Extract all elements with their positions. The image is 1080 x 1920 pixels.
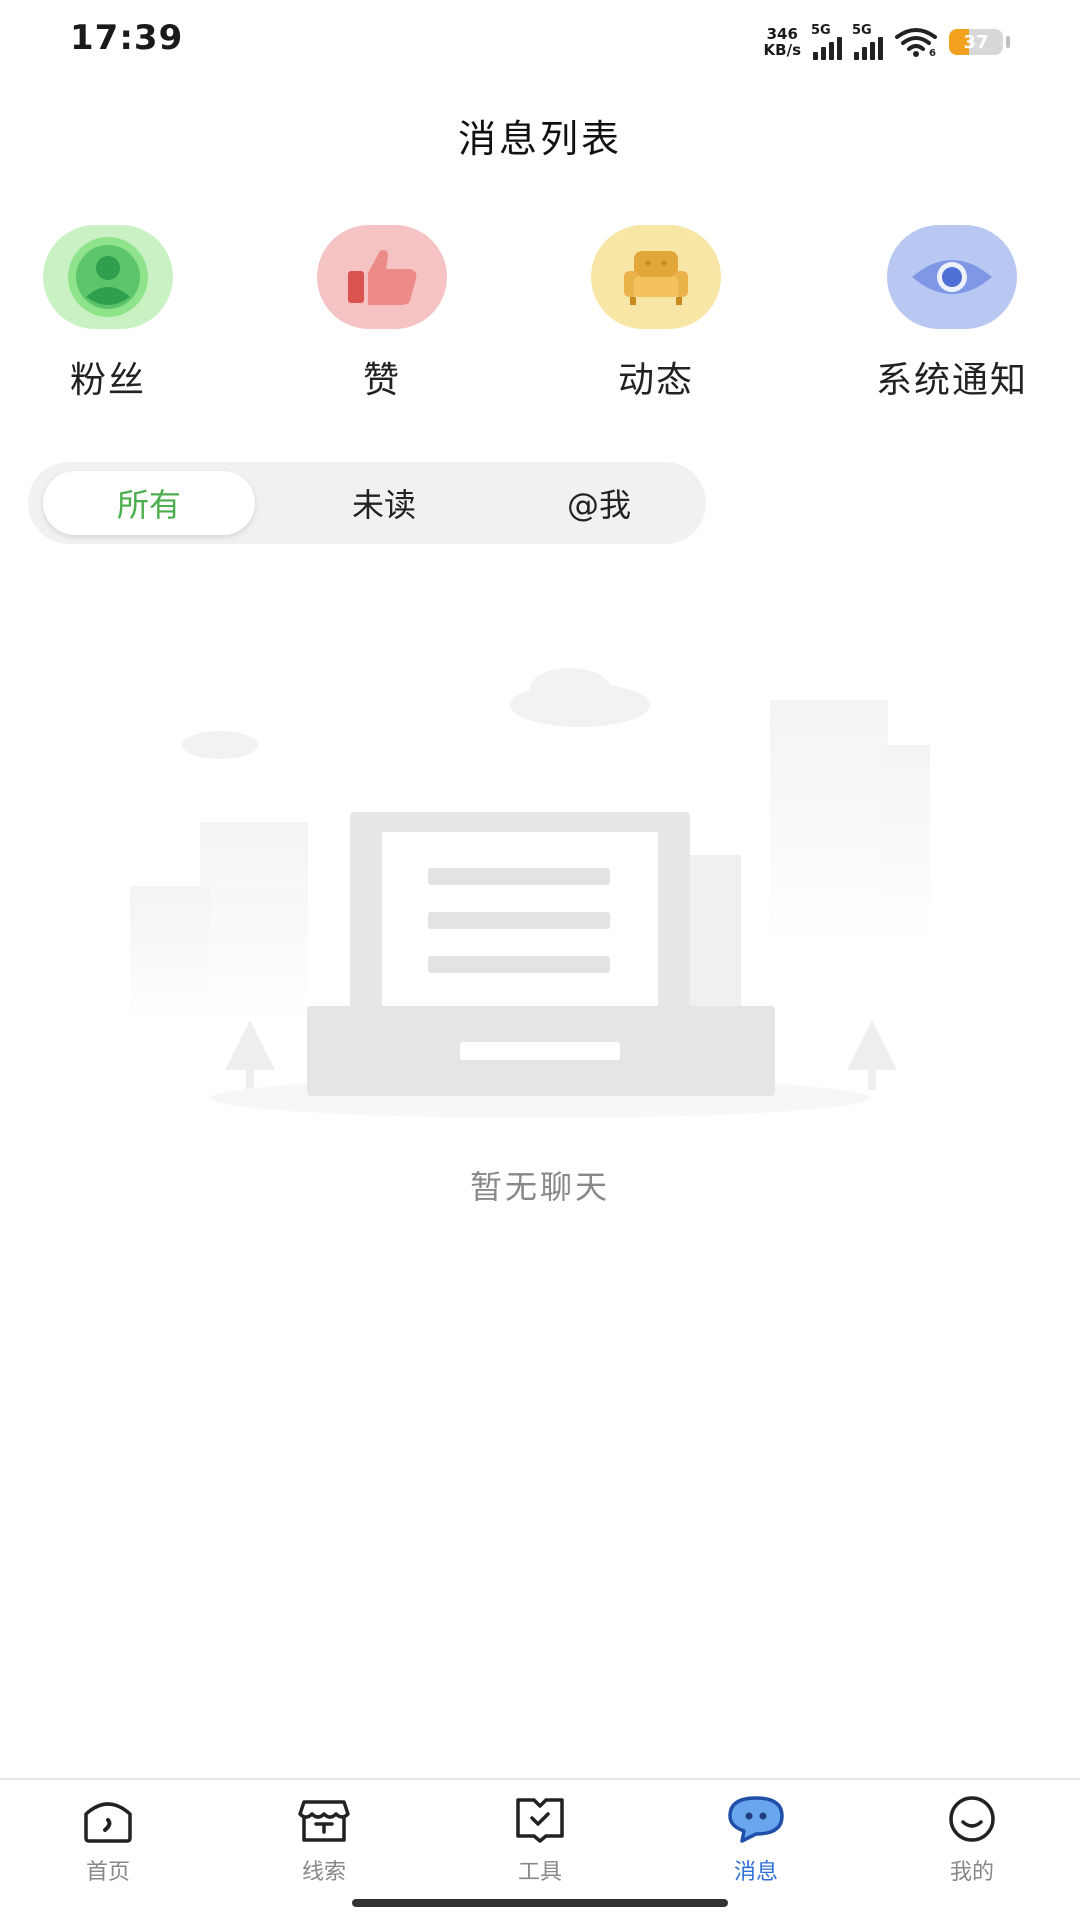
- message-filter-tabs: 所有 未读 @我: [28, 462, 706, 544]
- nav-messages-label: 消息: [733, 1860, 778, 1885]
- thumbs-up-icon: [317, 225, 447, 329]
- home-icon: [84, 1802, 132, 1843]
- empty-chat-illustration: [130, 668, 930, 1118]
- status-bar: 17:39 346 KB/s 5G 5G 6 37: [0, 0, 1080, 90]
- category-system-notice[interactable]: 系统通知: [852, 225, 1052, 403]
- message-list-screen: 17:39 346 KB/s 5G 5G 6 37 消息列表 粉丝 赞 动态 系…: [0, 0, 1080, 1920]
- sofa-icon: [591, 225, 721, 329]
- eye-icon: [887, 225, 1017, 329]
- nav-messages[interactable]: 消息: [648, 1794, 864, 1886]
- category-dynamics-label: 动态: [617, 360, 694, 401]
- category-shortcuts: 粉丝 赞 动态 系统通知: [0, 225, 1080, 405]
- battery-level: 37: [963, 31, 989, 53]
- status-icons: 346 KB/s 5G 5G 6 37: [764, 22, 1010, 62]
- wifi-icon: 6: [895, 28, 937, 57]
- battery-icon: 37: [949, 29, 1003, 55]
- nav-tools-label: 工具: [517, 1860, 562, 1885]
- network-speed: 346 KB/s: [764, 26, 801, 58]
- category-likes-label: 赞: [362, 360, 401, 401]
- status-time: 17:39: [70, 18, 184, 58]
- network-speed-unit: KB/s: [763, 41, 801, 59]
- nav-leads-label: 线索: [301, 1860, 346, 1885]
- fans-icon: [43, 225, 173, 329]
- category-likes[interactable]: 赞: [282, 225, 482, 403]
- network-speed-value: 346: [766, 25, 798, 43]
- tab-all[interactable]: 所有: [43, 471, 255, 535]
- category-fans-label: 粉丝: [69, 360, 146, 401]
- nav-home-label: 首页: [85, 1860, 130, 1885]
- page-title: 消息列表: [457, 117, 622, 161]
- store-icon: [298, 1800, 350, 1842]
- battery-tip: [1006, 36, 1010, 48]
- signal-icon-sim2: 5G: [852, 22, 883, 60]
- empty-state-text: 暂无聊天: [469, 1168, 610, 1206]
- nav-leads[interactable]: 线索: [216, 1794, 432, 1886]
- category-dynamics[interactable]: 动态: [556, 225, 756, 403]
- nav-home[interactable]: 首页: [0, 1794, 216, 1886]
- home-indicator[interactable]: [352, 1899, 728, 1907]
- tab-mentions[interactable]: @我: [493, 471, 705, 535]
- svg-text:6: 6: [929, 48, 936, 57]
- chat-bubble-icon: [728, 1796, 784, 1843]
- category-system-notice-label: 系统通知: [875, 360, 1028, 401]
- tab-unread[interactable]: 未读: [278, 471, 490, 535]
- smiley-icon: [949, 1796, 995, 1842]
- sim2-network-tag: 5G: [852, 22, 872, 38]
- signal-icon-sim1: 5G: [811, 22, 842, 60]
- nav-tools[interactable]: 工具: [432, 1794, 648, 1886]
- category-fans[interactable]: 粉丝: [8, 225, 208, 403]
- toolbox-icon: [516, 1798, 564, 1843]
- sim1-network-tag: 5G: [811, 22, 831, 38]
- nav-profile-label: 我的: [949, 1860, 994, 1885]
- nav-profile[interactable]: 我的: [864, 1794, 1080, 1886]
